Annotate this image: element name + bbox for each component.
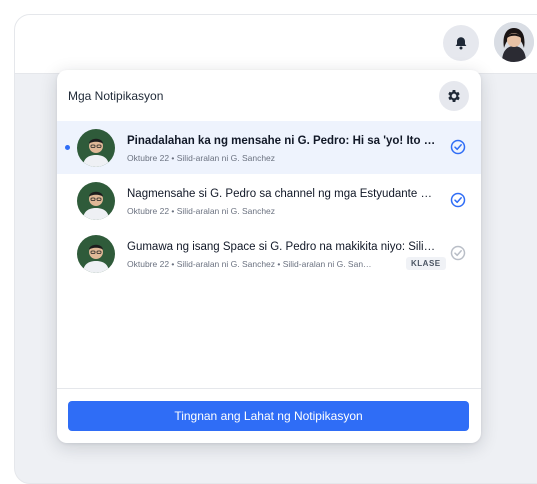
panel-title: Mga Notipikasyon: [68, 89, 164, 103]
read-check-icon[interactable]: [450, 245, 466, 261]
sender-avatar: [77, 182, 115, 220]
sender-photo: [77, 129, 115, 167]
notifications-dropdown: Mga Notipikasyon Pinadalahan ka ng mensa…: [57, 70, 481, 443]
notification-meta: Oktubre 22 • Silid-aralan ni G. Sanchez …: [127, 259, 372, 269]
notification-title: Pinadalahan ka ng mensahe ni G. Pedro: H…: [127, 135, 437, 147]
gear-icon: [448, 90, 460, 102]
notification-title: Nagmensahe si G. Pedro sa channel ng mga…: [127, 188, 437, 200]
unread-dot: [65, 145, 70, 150]
sender-avatar: [77, 129, 115, 167]
user-avatar[interactable]: [494, 22, 534, 62]
notification-meta: Oktubre 22 • Silid-aralan ni G. Sanchez: [127, 206, 276, 216]
class-tag: KLASE: [406, 257, 446, 270]
settings-button[interactable]: [439, 81, 469, 111]
panel-footer: Tingnan ang Lahat ng Notipikasyon: [57, 388, 481, 443]
read-check-icon[interactable]: [450, 139, 466, 155]
notification-title: Gumawa ng isang Space si G. Pedro na mak…: [127, 241, 437, 253]
read-check-icon[interactable]: [450, 192, 466, 208]
sender-photo: [77, 235, 115, 273]
user-photo: [494, 22, 534, 62]
notification-item[interactable]: Nagmensahe si G. Pedro sa channel ng mga…: [57, 174, 481, 227]
sender-avatar: [77, 235, 115, 273]
notification-meta: Oktubre 22 • Silid-aralan ni G. Sanchez: [127, 153, 276, 163]
bell-icon: [455, 37, 467, 50]
notification-list: Pinadalahan ka ng mensahe ni G. Pedro: H…: [57, 121, 481, 280]
notifications-bell-button[interactable]: [443, 25, 479, 61]
panel-header: Mga Notipikasyon: [57, 70, 481, 121]
notification-item[interactable]: Gumawa ng isang Space si G. Pedro na mak…: [57, 227, 481, 280]
notification-item[interactable]: Pinadalahan ka ng mensahe ni G. Pedro: H…: [57, 121, 481, 174]
sender-photo: [77, 182, 115, 220]
view-all-notifications-button[interactable]: Tingnan ang Lahat ng Notipikasyon: [68, 401, 469, 431]
